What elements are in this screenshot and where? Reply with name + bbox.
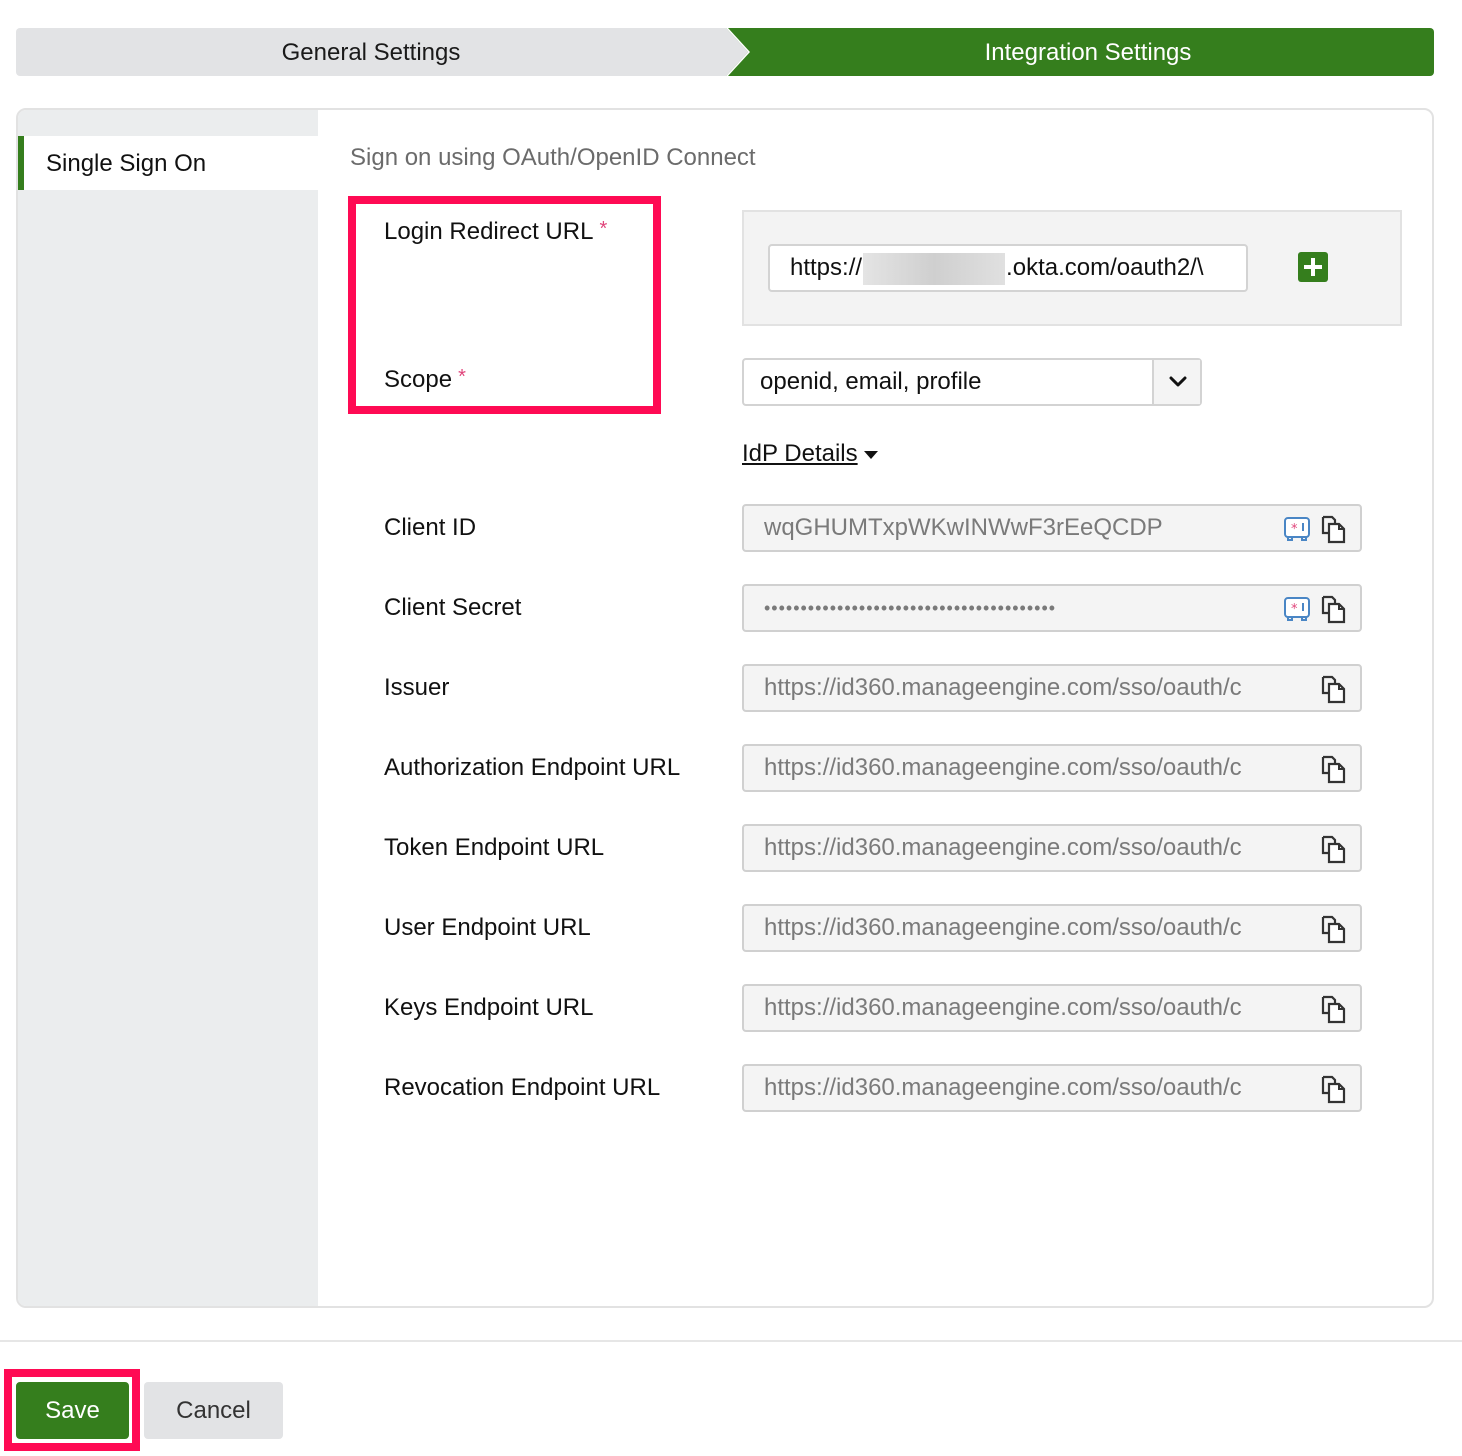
step-general-settings[interactable]: General Settings — [16, 28, 756, 76]
user-endpoint-url-label: User Endpoint URL — [384, 914, 591, 941]
token-endpoint-url-value: https://id360.manageengine.com/sso/oauth… — [764, 834, 1242, 861]
scope-label: Scope * — [384, 366, 466, 394]
client-id-value: wqGHUMTxpWKwINWwF3rEeQCDP — [764, 514, 1163, 541]
copy-icon[interactable] — [1318, 834, 1348, 864]
required-asterisk: * — [599, 218, 608, 240]
add-redirect-url-button[interactable] — [1298, 252, 1328, 282]
login-redirect-url-input[interactable]: https:// .okta.com/oauth2/\ — [768, 244, 1248, 292]
client-secret-field[interactable]: ••••••••••••••••••••••••••••••••••••••••… — [742, 584, 1362, 632]
wizard-steps: General Settings Integration Settings — [16, 28, 1434, 76]
copy-icon[interactable] — [1318, 674, 1348, 704]
issuer-field[interactable]: https://id360.manageengine.com/sso/oauth… — [742, 664, 1362, 712]
keys-endpoint-url-value: https://id360.manageengine.com/sso/oauth… — [764, 994, 1242, 1021]
svg-text:*: * — [1291, 602, 1298, 617]
revocation-endpoint-url-label: Revocation Endpoint URL — [384, 1074, 661, 1101]
required-asterisk: * — [458, 366, 466, 388]
login-redirect-url-label-text: Login Redirect URL — [384, 218, 594, 245]
authorization-endpoint-url-label: Authorization Endpoint URL — [384, 754, 681, 781]
step-integration-label: Integration Settings — [984, 39, 1192, 66]
copy-icon[interactable] — [1318, 994, 1348, 1024]
login-redirect-url-label: Login Redirect URL * — [384, 218, 607, 246]
copy-icon[interactable] — [1318, 1074, 1348, 1104]
redacted-region — [863, 252, 1006, 285]
section-title: Sign on using OAuth/OpenID Connect — [350, 144, 756, 171]
client-secret-value: •••••••••••••••••••••••••••••••••••••••• — [764, 598, 1057, 618]
svg-text:*: * — [1291, 522, 1298, 537]
sidebar-item-label: Single Sign On — [46, 150, 207, 177]
token-endpoint-url-label: Token Endpoint URL — [384, 834, 605, 861]
keys-endpoint-url-label: Keys Endpoint URL — [384, 994, 594, 1021]
keys-endpoint-url-field[interactable]: https://id360.manageengine.com/sso/oauth… — [742, 984, 1362, 1032]
client-secret-label: Client Secret — [384, 594, 522, 621]
client-id-label: Client ID — [384, 514, 477, 541]
step-general-label: General Settings — [281, 39, 461, 66]
copy-icon[interactable] — [1318, 914, 1348, 944]
scope-select[interactable]: openid, email, profile — [742, 358, 1202, 406]
user-endpoint-url-field[interactable]: https://id360.manageengine.com/sso/oauth… — [742, 904, 1362, 952]
redirect-url-prefix: https:// — [790, 254, 863, 281]
client-id-field[interactable]: wqGHUMTxpWKwINWwF3rEeQCDP * — [742, 504, 1362, 552]
sidebar-item-single-sign-on[interactable]: Single Sign On — [18, 136, 318, 190]
idp-details-label: IdP Details — [742, 440, 858, 467]
authorization-endpoint-url-value: https://id360.manageengine.com/sso/oauth… — [764, 754, 1242, 781]
user-endpoint-url-value: https://id360.manageengine.com/sso/oauth… — [764, 914, 1242, 941]
sidebar: Single Sign On — [18, 110, 318, 1306]
footer-divider — [0, 1340, 1462, 1342]
vault-icon[interactable]: * — [1282, 594, 1312, 624]
revocation-endpoint-url-value: https://id360.manageengine.com/sso/oauth… — [764, 1074, 1242, 1101]
scope-selected-value: openid, email, profile — [760, 368, 982, 395]
copy-icon[interactable] — [1318, 594, 1348, 624]
settings-card: Single Sign On Sign on using OAuth/OpenI… — [16, 108, 1434, 1308]
issuer-label: Issuer — [384, 674, 450, 701]
copy-icon[interactable] — [1318, 514, 1348, 544]
issuer-value: https://id360.manageengine.com/sso/oauth… — [764, 674, 1242, 701]
copy-icon[interactable] — [1318, 754, 1348, 784]
save-button[interactable]: Save — [16, 1382, 129, 1439]
scope-dropdown-toggle[interactable] — [1152, 360, 1200, 404]
token-endpoint-url-field[interactable]: https://id360.manageengine.com/sso/oauth… — [742, 824, 1362, 872]
scope-label-text: Scope — [384, 366, 453, 393]
revocation-endpoint-url-field[interactable]: https://id360.manageengine.com/sso/oauth… — [742, 1064, 1362, 1112]
vault-icon[interactable]: * — [1282, 514, 1312, 544]
cancel-button[interactable]: Cancel — [144, 1382, 283, 1439]
authorization-endpoint-url-field[interactable]: https://id360.manageengine.com/sso/oauth… — [742, 744, 1362, 792]
login-redirect-url-group: https:// .okta.com/oauth2/\ — [742, 210, 1402, 326]
idp-details-toggle[interactable]: IdP Details — [742, 440, 878, 468]
caret-down-icon — [863, 450, 878, 459]
redirect-url-suffix: .okta.com/oauth2/\ — [1006, 254, 1204, 281]
chevron-down-icon — [1169, 376, 1187, 387]
